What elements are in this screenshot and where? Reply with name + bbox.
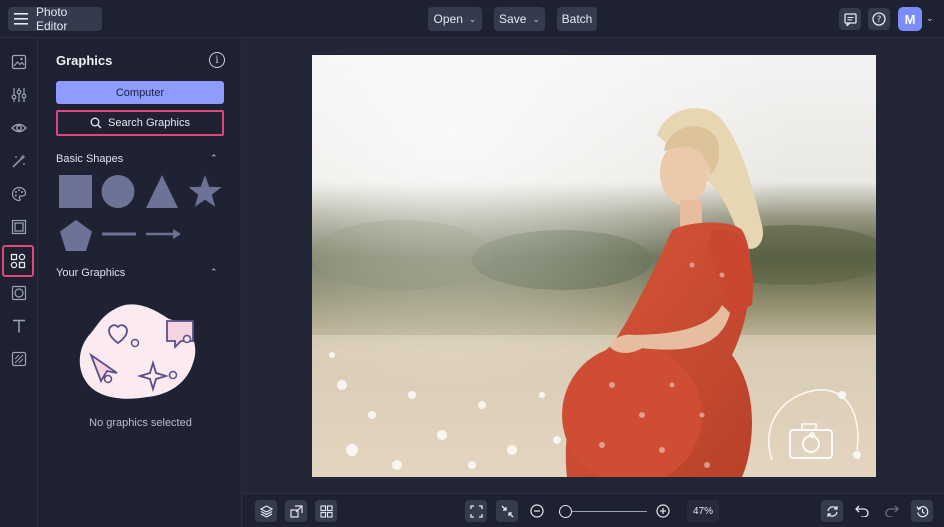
- zoom-slider-handle[interactable]: [558, 505, 572, 518]
- search-graphics-label: Search Graphics: [108, 117, 190, 129]
- basic-shapes-heading[interactable]: Basic Shapes: [56, 153, 123, 165]
- top-bar: Photo Editor Open ⌄ Save ⌄ Batch ? M ⌄: [0, 0, 944, 38]
- help-icon: ?: [872, 12, 886, 26]
- adjustments-icon: [11, 88, 27, 102]
- avatar[interactable]: M: [898, 7, 922, 31]
- your-graphics-heading[interactable]: Your Graphics: [56, 267, 125, 279]
- search-icon: [90, 117, 102, 129]
- photo-canvas[interactable]: [312, 55, 876, 477]
- open-label: Open: [433, 12, 463, 26]
- canvas-area: [243, 39, 944, 493]
- zoom-slider-track[interactable]: [561, 511, 647, 512]
- chevron-down-icon[interactable]: ⌄: [926, 13, 934, 24]
- bottom-bar: 47%: [243, 493, 944, 527]
- help-button[interactable]: ?: [868, 8, 890, 30]
- undo-icon: [855, 505, 869, 517]
- hamburger-icon: [14, 13, 28, 25]
- redo-icon: [885, 505, 899, 517]
- batch-label: Batch: [561, 12, 593, 26]
- history-icon: [915, 505, 928, 517]
- redo-button[interactable]: [881, 500, 903, 522]
- graphics-panel: Graphics i Computer Search Graphics Basi…: [39, 39, 242, 527]
- grid-button[interactable]: [315, 500, 337, 522]
- info-icon[interactable]: i: [209, 52, 225, 68]
- frames-icon: [11, 219, 27, 235]
- refresh-icon: [826, 505, 838, 517]
- rail-item-text[interactable]: [4, 311, 34, 341]
- rail-item-artsy[interactable]: [4, 179, 34, 209]
- computer-button[interactable]: Computer: [56, 81, 224, 104]
- chevron-up-icon[interactable]: ⌃: [210, 153, 218, 164]
- reset-button[interactable]: [821, 500, 843, 522]
- zoom-out-icon[interactable]: [530, 504, 544, 518]
- actual-size-button[interactable]: [496, 500, 518, 522]
- circle-shape[interactable]: [100, 174, 136, 210]
- star-shape[interactable]: [187, 174, 223, 210]
- expand-icon: [469, 504, 483, 518]
- rail-item-overlays[interactable]: [4, 278, 34, 308]
- save-button[interactable]: Save ⌄: [494, 7, 545, 31]
- rail-item-frames[interactable]: [4, 212, 34, 242]
- chevron-down-icon: ⌄: [468, 13, 477, 24]
- text-icon: [13, 319, 25, 333]
- rail-item-image[interactable]: [4, 47, 34, 77]
- empty-graphics-illustration: [79, 304, 196, 399]
- palette-icon: [11, 186, 27, 202]
- graphics-icon: [10, 253, 26, 269]
- line-shape[interactable]: [100, 227, 138, 241]
- search-graphics-button[interactable]: Search Graphics: [56, 110, 224, 136]
- undo-button[interactable]: [851, 500, 873, 522]
- image-icon: [11, 54, 27, 70]
- svg-text:?: ?: [877, 15, 882, 25]
- save-label: Save: [499, 12, 527, 26]
- fit-to-screen-button[interactable]: [465, 500, 487, 522]
- chevron-up-icon[interactable]: ⌃: [210, 267, 218, 278]
- layers-icon: [259, 504, 273, 518]
- rail-item-adjustments[interactable]: [4, 80, 34, 110]
- rail-item-effects[interactable]: [4, 113, 34, 143]
- app-title: Photo Editor: [35, 5, 68, 33]
- open-button[interactable]: Open ⌄: [428, 7, 482, 31]
- resize-icon: [289, 504, 303, 518]
- batch-button[interactable]: Batch: [557, 7, 597, 31]
- history-button[interactable]: [911, 500, 933, 522]
- textures-icon: [11, 351, 27, 367]
- grid-icon: [319, 504, 333, 518]
- menu-button[interactable]: Photo Editor: [8, 5, 102, 33]
- feedback-icon: [843, 12, 857, 26]
- magic-icon: [12, 154, 26, 168]
- resize-button[interactable]: [285, 500, 307, 522]
- rail-item-graphics[interactable]: [2, 245, 34, 277]
- triangle-shape[interactable]: [144, 174, 180, 210]
- arrow-shape[interactable]: [144, 227, 182, 241]
- rail-item-touch-up[interactable]: [4, 146, 34, 176]
- zoom-in-icon[interactable]: [656, 504, 670, 518]
- zoom-percentage[interactable]: 47%: [687, 500, 719, 522]
- panel-title: Graphics: [56, 53, 113, 68]
- eye-icon: [11, 123, 27, 133]
- square-shape[interactable]: [58, 174, 94, 210]
- pentagon-shape[interactable]: [58, 219, 94, 253]
- chevron-down-icon: ⌄: [532, 13, 540, 24]
- shrink-icon: [501, 505, 513, 517]
- layers-button[interactable]: [255, 500, 277, 522]
- feedback-button[interactable]: [839, 8, 861, 30]
- rail-item-textures[interactable]: [4, 344, 34, 374]
- overlay-icon: [11, 285, 27, 301]
- tool-rail: [0, 39, 38, 527]
- empty-state-text: No graphics selected: [89, 417, 192, 429]
